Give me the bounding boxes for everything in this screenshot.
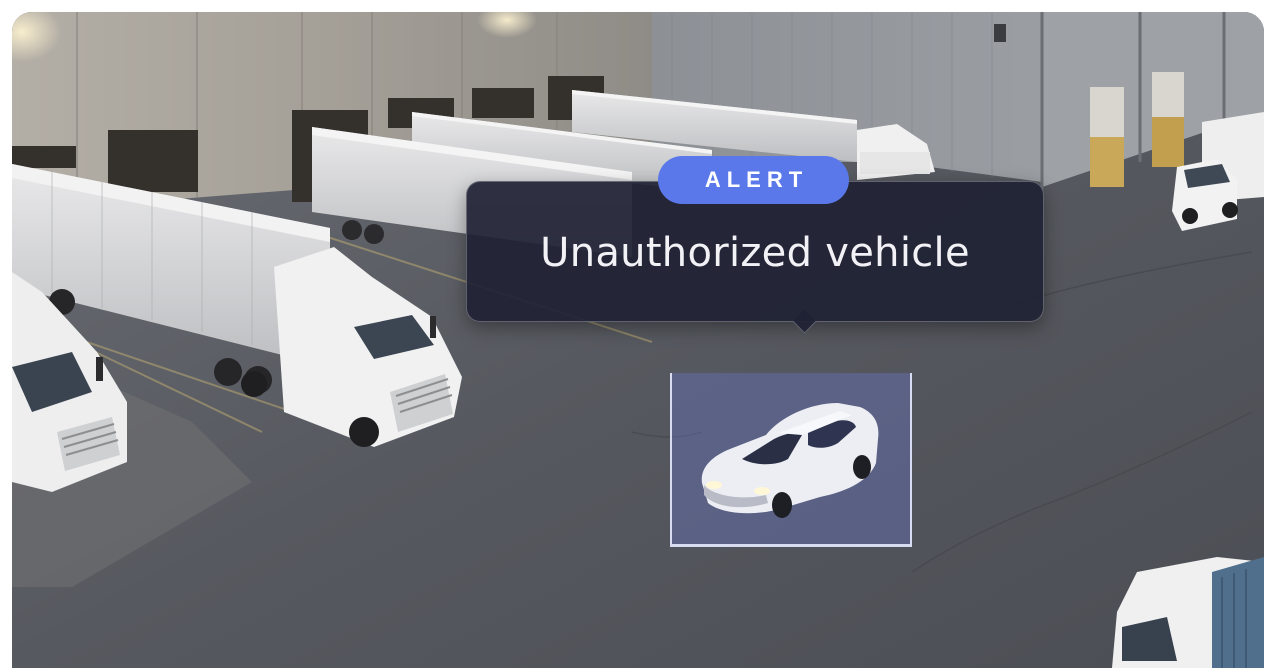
loading-dock-scene [12, 12, 1264, 668]
detection-box[interactable] [670, 373, 912, 547]
car-icon [701, 403, 879, 518]
camera-feed-frame: Unauthorized vehicle ALERT [12, 12, 1264, 668]
alert-message: Unauthorized vehicle [540, 230, 970, 276]
alert-badge: ALERT [658, 156, 849, 204]
